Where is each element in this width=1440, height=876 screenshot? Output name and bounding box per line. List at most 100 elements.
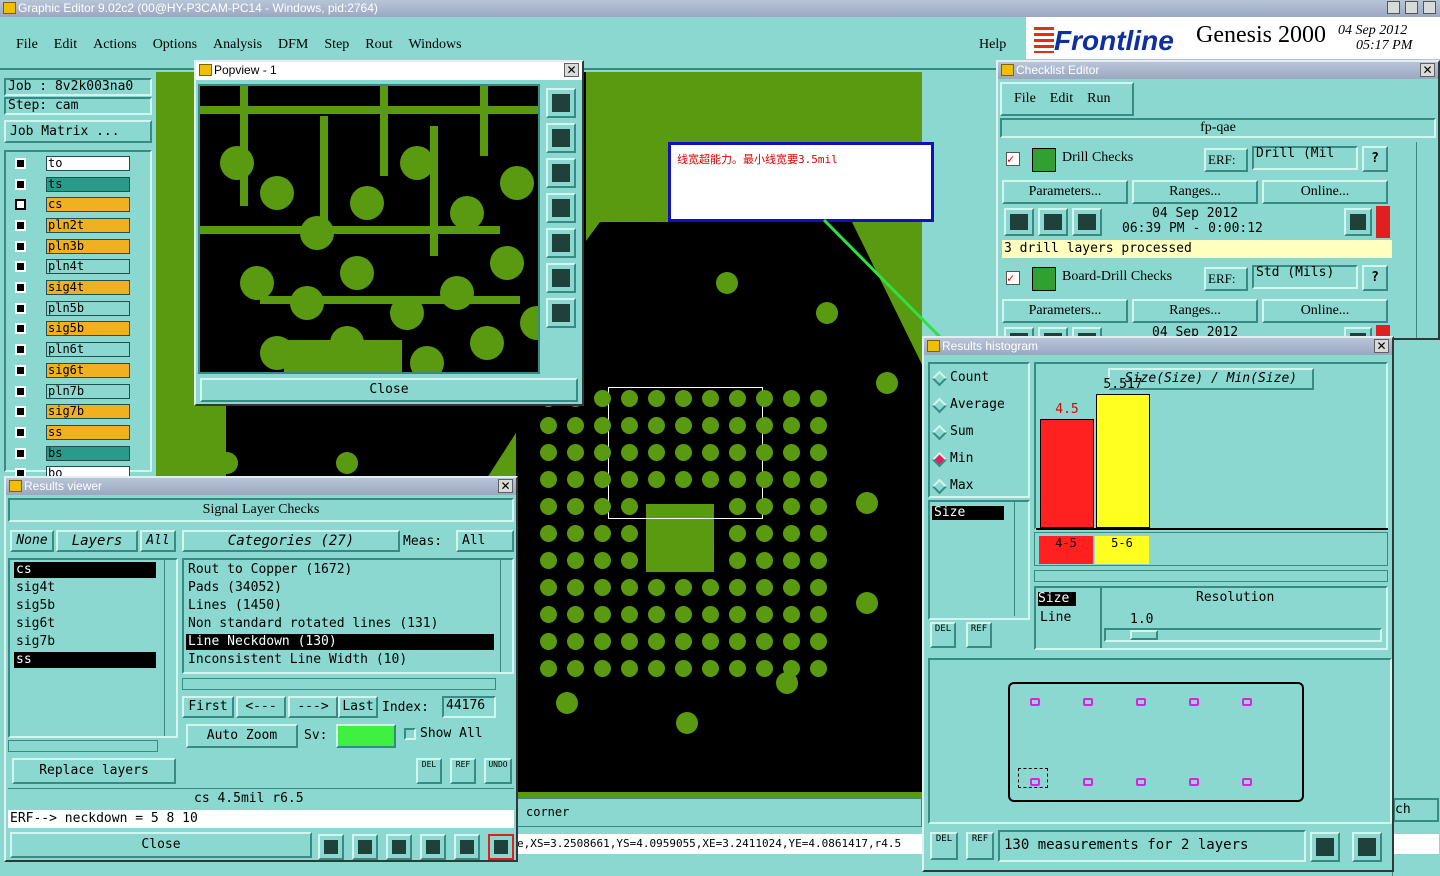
next-button[interactable]: ---> <box>288 696 338 718</box>
tool-icon-2[interactable] <box>352 834 378 860</box>
hist-del-button[interactable]: DEL <box>930 622 956 648</box>
partial-button[interactable]: ch <box>1393 798 1439 822</box>
online-button[interactable]: Online... <box>1262 299 1388 323</box>
result-layer-item[interactable]: ss <box>14 652 156 668</box>
measurement-marker[interactable] <box>1242 698 1252 706</box>
layer-checkbox[interactable] <box>15 282 26 294</box>
layer-checkbox[interactable] <box>15 406 26 418</box>
result-layer-item[interactable]: sig5b <box>14 598 156 614</box>
menu-dfm[interactable]: DFM <box>278 37 308 52</box>
sv-color-select[interactable] <box>336 724 396 748</box>
hist-ref2-button[interactable]: REF <box>966 832 994 860</box>
layer-row[interactable]: pln5b <box>12 300 130 316</box>
option-min[interactable]: Min <box>930 451 1026 471</box>
category-item[interactable]: Lines (1450) <box>186 598 494 614</box>
measurement-marker[interactable] <box>1136 698 1146 706</box>
measurement-marker[interactable] <box>1189 778 1199 786</box>
close-window-button[interactable] <box>1423 1 1436 14</box>
layer-row[interactable]: ss <box>12 424 130 440</box>
measurement-marker[interactable] <box>1083 698 1093 706</box>
tool-icon-1[interactable] <box>318 834 344 860</box>
layer-row[interactable]: pln3b <box>12 238 130 254</box>
layer-checkbox[interactable] <box>15 385 26 397</box>
layer-checkbox[interactable] <box>15 447 26 459</box>
pan-left-icon[interactable] <box>546 193 576 223</box>
zoom-out-icon[interactable] <box>546 158 576 188</box>
tool-icon-4[interactable] <box>420 834 446 860</box>
stop-icon[interactable] <box>1072 208 1102 236</box>
help-icon[interactable]: ? <box>1362 265 1388 291</box>
layer-checkbox[interactable] <box>15 261 26 273</box>
chart-hscroll[interactable] <box>1034 570 1388 582</box>
histogram-close-icon[interactable]: ✕ <box>1374 339 1389 353</box>
export-icon[interactable] <box>1310 832 1340 862</box>
layer-checkbox[interactable] <box>15 426 26 438</box>
field-list-scrollbar[interactable] <box>1014 502 1028 616</box>
del-button[interactable]: DEL <box>416 758 442 784</box>
category-vscroll[interactable] <box>500 560 512 672</box>
histogram-bar[interactable] <box>1040 418 1094 528</box>
last-button[interactable]: Last <box>338 696 378 718</box>
categories-button[interactable]: Categories (27) <box>182 530 400 552</box>
first-button[interactable]: First <box>182 696 234 718</box>
layer-row[interactable]: sig6t <box>12 362 130 378</box>
layer-row[interactable]: pln2t <box>12 218 130 234</box>
minimize-button[interactable] <box>1387 1 1400 14</box>
hist-ref-button[interactable]: REF <box>966 622 992 648</box>
layer-hscroll[interactable] <box>8 740 158 752</box>
tool-icon-5[interactable] <box>454 834 480 860</box>
layer-row[interactable]: pln7b <box>12 383 130 399</box>
ranges-button[interactable]: Ranges... <box>1132 299 1258 323</box>
layer-row[interactable]: ts <box>12 176 130 192</box>
layer-checkbox[interactable] <box>15 240 26 252</box>
results-close-button[interactable]: Close <box>10 832 312 858</box>
result-layer-item[interactable]: sig6t <box>14 616 156 632</box>
menu-step[interactable]: Step <box>324 37 349 52</box>
layer-vscroll[interactable] <box>164 560 176 736</box>
checklist-menu-run[interactable]: Run <box>1087 91 1110 106</box>
job-matrix-button[interactable]: Job Matrix ... <box>4 120 152 143</box>
checklist-close-icon[interactable]: ✕ <box>1420 63 1435 77</box>
result-layer-item[interactable]: sig7b <box>14 634 156 650</box>
layer-checkbox[interactable] <box>15 158 26 169</box>
auto-zoom-select[interactable]: Auto Zoom <box>186 724 298 748</box>
radio-min[interactable] <box>931 451 948 468</box>
menu-edit[interactable]: Edit <box>54 37 77 52</box>
histogram-icon[interactable] <box>488 834 514 860</box>
prev-button[interactable]: <--- <box>236 696 286 718</box>
maximize-button[interactable] <box>1405 1 1418 14</box>
category-item[interactable]: Line Neckdown (130) <box>186 634 494 650</box>
zoom-fit-icon[interactable] <box>546 88 576 118</box>
layer-row[interactable]: sig4t <box>12 280 130 296</box>
check-enabled-checkbox[interactable]: ✓ <box>1006 152 1020 166</box>
all-layers-button[interactable]: All <box>140 530 176 552</box>
menu-windows[interactable]: Windows <box>409 37 462 52</box>
category-item[interactable]: Inconsistent Line Width (10) <box>186 652 494 668</box>
layer-row[interactable]: sig7b <box>12 404 130 420</box>
pan-right-icon[interactable] <box>546 228 576 258</box>
measurement-marker[interactable] <box>1083 778 1093 786</box>
measurement-marker[interactable] <box>1030 698 1040 706</box>
report-icon[interactable] <box>1352 832 1382 862</box>
popview-close-icon[interactable]: ✕ <box>564 63 579 77</box>
layer-row[interactable]: pln6t <box>12 342 130 358</box>
measurement-marker[interactable] <box>1242 778 1252 786</box>
params-button[interactable]: Parameters... <box>1002 180 1128 204</box>
index-input[interactable]: 44176 <box>442 696 496 718</box>
checklist-menu-edit[interactable]: Edit <box>1050 91 1073 106</box>
measurement-marker[interactable] <box>1136 778 1146 786</box>
help-icon[interactable]: ? <box>1362 146 1388 172</box>
option-sum[interactable]: Sum <box>930 424 1026 444</box>
layer-checkbox[interactable] <box>15 220 26 232</box>
run-all-icon[interactable] <box>1038 208 1068 236</box>
resolution-slider[interactable] <box>1104 628 1382 642</box>
tool-icon-3[interactable] <box>386 834 412 860</box>
run-icon[interactable] <box>1004 208 1034 236</box>
layer-row[interactable]: sig5b <box>12 321 130 337</box>
layers-button[interactable]: Layers <box>56 530 138 552</box>
popview-canvas[interactable] <box>198 84 540 374</box>
option-max[interactable]: Max <box>930 478 1026 498</box>
category-hscroll[interactable] <box>182 678 496 690</box>
replace-layers-select[interactable]: Replace layers <box>12 758 176 784</box>
radio-max[interactable] <box>931 478 948 495</box>
